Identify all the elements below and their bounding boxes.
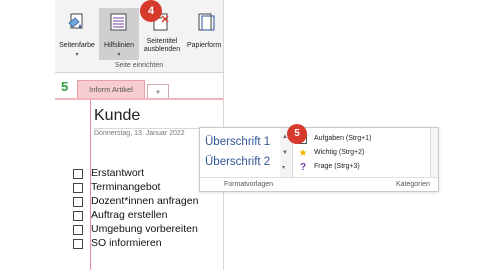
tags-scrollbar[interactable]: [430, 128, 438, 177]
page-title[interactable]: Kunde: [94, 107, 140, 125]
scroll-down-icon[interactable]: ▼: [282, 150, 288, 156]
add-section-button[interactable]: +: [147, 84, 169, 99]
note-page[interactable]: Kunde Donnerstag, 13. Januar 2022 Erstan…: [55, 100, 223, 270]
page-color-icon: [67, 13, 87, 31]
checkbox-icon[interactable]: [73, 211, 83, 221]
panel-footer: Formatvorlagen Kategorien: [200, 177, 438, 192]
styles-group-label: Formatvorlagen: [224, 181, 274, 188]
paper-size-icon: [195, 13, 215, 31]
checkbox-icon[interactable]: [73, 239, 83, 249]
checkbox-icon[interactable]: [73, 169, 83, 179]
todo-item[interactable]: Umgebung vorbereiten: [73, 223, 223, 237]
todo-item[interactable]: SO informieren: [73, 237, 223, 251]
notebook-icon[interactable]: 5: [61, 79, 68, 94]
more-icon[interactable]: ▾: [282, 164, 285, 171]
checkbox-icon[interactable]: [73, 197, 83, 207]
ribbon: Seitenfarbe ▾ Hilfslinien ▾ Seitentitel …: [55, 0, 223, 73]
section-tab-inform-artikel[interactable]: Inform Artikel: [77, 80, 145, 99]
tags-gallery: Aufgaben (Strg+1) ★ Wichtig (Strg+2) ? F…: [296, 131, 436, 177]
tag-item-important[interactable]: ★ Wichtig (Strg+2): [296, 148, 416, 161]
rule-lines-button[interactable]: Hilfslinien ▾: [99, 8, 139, 60]
paper-size-button[interactable]: Papierform: [185, 8, 223, 60]
ribbon-group-label: Seite einrichten: [114, 62, 164, 69]
tag-item-question[interactable]: ? Frage (Strg+3): [296, 162, 416, 175]
styles-gallery: Überschrift 1 Überschrift 2: [200, 128, 281, 177]
page-date: Donnerstag, 13. Januar 2022: [94, 130, 185, 137]
star-icon: ★: [298, 148, 308, 159]
page-color-button[interactable]: Seitenfarbe ▾: [57, 8, 97, 60]
tags-group-label: Kategorien: [396, 181, 430, 188]
checkbox-icon[interactable]: [73, 225, 83, 235]
question-icon: ?: [299, 162, 307, 173]
step-badge: 4: [140, 0, 162, 22]
step-badge: 5: [287, 124, 307, 144]
todo-item[interactable]: Auftrag erstellen: [73, 209, 223, 223]
style-heading-2[interactable]: Überschrift 2: [205, 156, 270, 168]
checkbox-icon[interactable]: [73, 183, 83, 193]
style-heading-1[interactable]: Überschrift 1: [205, 136, 270, 148]
section-tab-bar: 5 Inform Artikel +: [55, 74, 223, 99]
todo-item[interactable]: Dozent*innen anfragen: [73, 195, 223, 209]
styles-tags-panel: Überschrift 1 Überschrift 2 ▲ ▼ ▾ Aufgab…: [199, 127, 439, 192]
tag-item-tasks[interactable]: Aufgaben (Strg+1): [296, 134, 416, 147]
rule-lines-icon: [109, 13, 129, 31]
